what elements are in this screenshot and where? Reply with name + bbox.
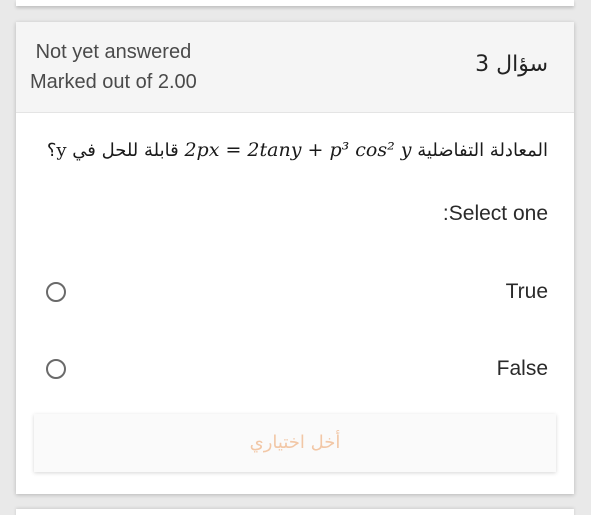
question-equation: 2px = 2tany + p³ cos² y <box>184 139 412 161</box>
question-info: Not yet answered Marked out of 2.00 سؤال… <box>16 22 574 113</box>
next-question-card <box>16 509 574 515</box>
question-status: Not yet answered Marked out of 2.00 <box>30 37 197 97</box>
quiz-page: Not yet answered Marked out of 2.00 سؤال… <box>0 0 591 515</box>
answer-state: Not yet answered <box>35 41 192 63</box>
option-false-label[interactable]: False <box>497 357 548 381</box>
option-false[interactable]: False <box>16 351 574 391</box>
marks-label: Marked out of 2.00 <box>30 71 197 93</box>
question-text: المعادلة التفاضلية 2px = 2tany + p³ cos²… <box>38 139 548 161</box>
previous-question-card <box>16 0 574 6</box>
question-number: سؤال 3 <box>475 52 548 77</box>
option-true[interactable]: True <box>16 274 574 314</box>
clear-choice-button[interactable]: أخل اختياري <box>34 414 556 472</box>
select-one-label: :Select one <box>442 202 548 225</box>
false-radio-button[interactable] <box>46 359 66 379</box>
question-text-before: المعادلة التفاضلية <box>417 140 548 161</box>
option-true-label[interactable]: True <box>506 280 548 304</box>
question-card: Not yet answered Marked out of 2.00 سؤال… <box>16 22 574 494</box>
question-text-after: قابلة للحل في y؟ <box>46 140 179 161</box>
true-radio-button[interactable] <box>46 282 66 302</box>
